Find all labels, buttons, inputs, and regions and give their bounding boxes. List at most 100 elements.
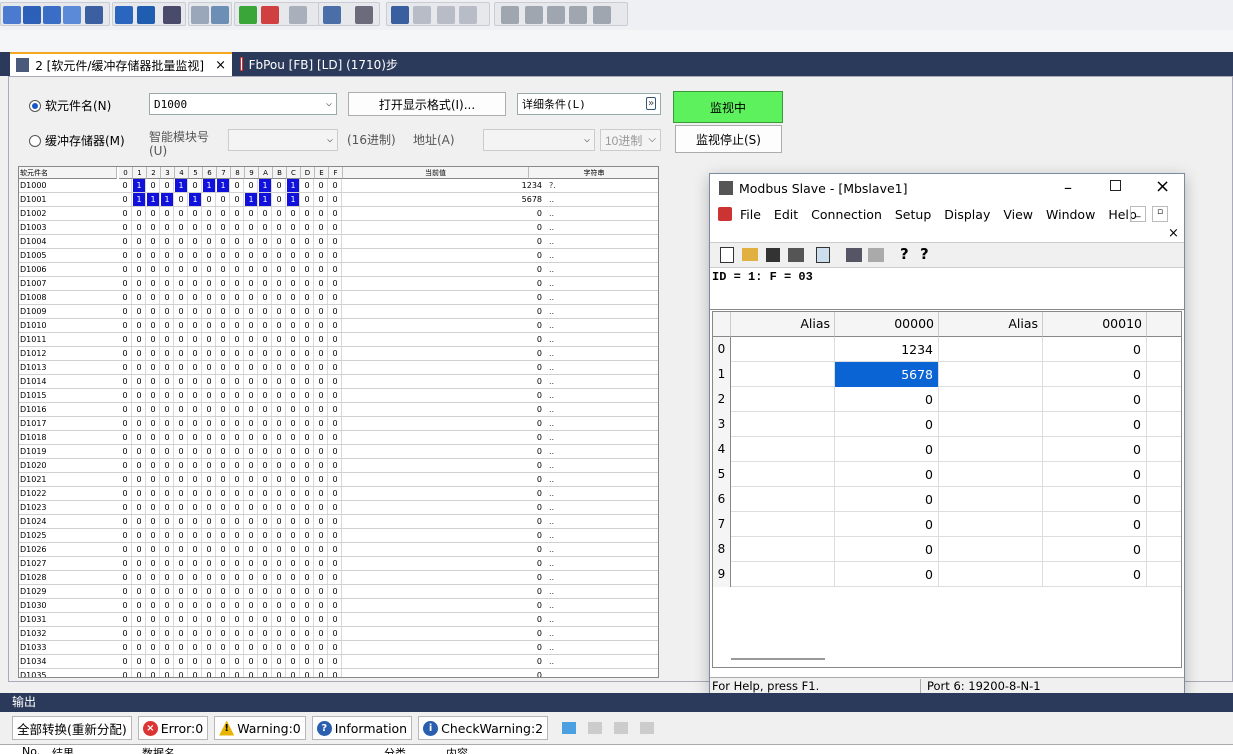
device-row[interactable]: D1007 0 0 0 0 0 0 0 0 0 0 0 0 0 0 0 0 0..	[19, 277, 658, 291]
bit-cell[interactable]: 0	[259, 501, 272, 514]
device-row[interactable]: D1006 0 0 0 0 0 0 0 0 0 0 0 0 0 0 0 0 0..	[19, 263, 658, 277]
bit-cell[interactable]: 0	[231, 641, 244, 654]
bit-cell[interactable]: 0	[203, 431, 216, 444]
bit-cell[interactable]: 0	[133, 655, 146, 668]
bit-cell[interactable]: 0	[301, 641, 314, 654]
context-help-icon[interactable]: ?	[920, 245, 929, 263]
bit-cell[interactable]: 0	[161, 585, 174, 598]
bit-cell[interactable]: 0	[217, 613, 230, 626]
paste-icon[interactable]	[437, 6, 455, 24]
bit-cell[interactable]: 1	[245, 193, 258, 206]
bit-cell[interactable]: 0	[133, 459, 146, 472]
bit-cell[interactable]: 0	[147, 655, 160, 668]
bit-cell[interactable]: 0	[287, 501, 300, 514]
bit-cell[interactable]: 0	[287, 641, 300, 654]
bit-cell[interactable]: 0	[175, 277, 188, 290]
bit-cell[interactable]: 0	[203, 543, 216, 556]
bit-cell[interactable]: 0	[245, 459, 258, 472]
bit-cell[interactable]: 0	[189, 207, 202, 220]
bit-cell[interactable]: 0	[217, 487, 230, 500]
bit-cell[interactable]: 0	[161, 319, 174, 332]
bit-cell[interactable]: 0	[287, 529, 300, 542]
open-icon[interactable]	[742, 248, 758, 261]
bit-cell[interactable]: 0	[189, 235, 202, 248]
device-row[interactable]: D1011 0 0 0 0 0 0 0 0 0 0 0 0 0 0 0 0 0..	[19, 333, 658, 347]
bit-cell[interactable]: 0	[203, 627, 216, 640]
bit-cell[interactable]: 0	[189, 487, 202, 500]
bit-cell[interactable]: 0	[203, 193, 216, 206]
bit-cell[interactable]: 0	[231, 389, 244, 402]
bit-cell[interactable]: 0	[273, 235, 286, 248]
bit-cell[interactable]: 0	[245, 417, 258, 430]
watch-icon[interactable]	[323, 6, 341, 24]
chart-icon[interactable]	[569, 6, 587, 24]
bit-cell[interactable]: 0	[329, 571, 342, 584]
bit-cell[interactable]: 0	[315, 487, 328, 500]
bit-cell[interactable]: 0	[161, 557, 174, 570]
bit-cell[interactable]: 0	[273, 389, 286, 402]
bit-cell[interactable]: 0	[119, 375, 132, 388]
bit-cell[interactable]: 0	[175, 571, 188, 584]
bit-cell[interactable]: 0	[273, 543, 286, 556]
bit-cell[interactable]: 0	[301, 249, 314, 262]
bit-cell[interactable]: 0	[189, 515, 202, 528]
bit-cell[interactable]: 0	[175, 403, 188, 416]
checkwarning-filter-button[interactable]: i CheckWarning:2	[418, 716, 549, 740]
bit-cell[interactable]: 0	[329, 221, 342, 234]
bit-cell[interactable]: 0	[231, 235, 244, 248]
bit-cell[interactable]: 0	[287, 459, 300, 472]
bit-cell[interactable]: 0	[231, 431, 244, 444]
bit-cell[interactable]: 0	[119, 249, 132, 262]
modbus-slave-window[interactable]: Modbus Slave - [Mbslave1] – × File Edit …	[709, 173, 1185, 693]
bit-cell[interactable]: 0	[217, 235, 230, 248]
bit-cell[interactable]: 0	[301, 445, 314, 458]
param-icon[interactable]	[211, 6, 229, 24]
menu-setup[interactable]: Setup	[895, 207, 931, 222]
device-row[interactable]: D1016 0 0 0 0 0 0 0 0 0 0 0 0 0 0 0 0 0..	[19, 403, 658, 417]
bit-cell[interactable]: 0	[273, 557, 286, 570]
bit-cell[interactable]: 0	[259, 613, 272, 626]
bit-cell[interactable]: 0	[119, 221, 132, 234]
bit-cell[interactable]: 0	[287, 417, 300, 430]
device-row[interactable]: D1033 0 0 0 0 0 0 0 0 0 0 0 0 0 0 0 0 0..	[19, 641, 658, 655]
menu-connection[interactable]: Connection	[811, 207, 882, 222]
bit-cell[interactable]: 0	[287, 361, 300, 374]
bit-cell[interactable]: 0	[119, 291, 132, 304]
bit-cell[interactable]: 0	[175, 655, 188, 668]
bit-cell[interactable]: 0	[245, 375, 258, 388]
radix-select[interactable]: 10进制 ⌵	[600, 129, 661, 151]
bit-cell[interactable]: 1	[259, 193, 272, 206]
bit-cell[interactable]: 0	[175, 459, 188, 472]
bit-cell[interactable]: 0	[175, 263, 188, 276]
bit-cell[interactable]: 0	[287, 445, 300, 458]
register-cell-00010[interactable]: 0	[1043, 387, 1147, 412]
bit-cell[interactable]: 0	[301, 207, 314, 220]
bit-cell[interactable]: 1	[259, 179, 272, 192]
bit-cell[interactable]: 0	[273, 641, 286, 654]
bit-cell[interactable]: 0	[203, 585, 216, 598]
bit-cell[interactable]: 0	[133, 221, 146, 234]
bit-cell[interactable]: 0	[273, 473, 286, 486]
bit-cell[interactable]: 0	[259, 445, 272, 458]
bit-cell[interactable]: 0	[217, 669, 230, 677]
bit-cell[interactable]: 0	[315, 361, 328, 374]
bit-cell[interactable]: 0	[301, 459, 314, 472]
bit-cell[interactable]: 0	[147, 403, 160, 416]
bit-cell[interactable]: 0	[175, 585, 188, 598]
bit-cell[interactable]: 0	[147, 417, 160, 430]
bit-cell[interactable]: 0	[203, 487, 216, 500]
bit-cell[interactable]: 0	[273, 501, 286, 514]
alias-cell[interactable]	[939, 437, 1043, 462]
bit-cell[interactable]: 0	[217, 403, 230, 416]
bit-cell[interactable]: 0	[161, 571, 174, 584]
radio-device-dot[interactable]	[29, 99, 41, 112]
bit-cell[interactable]: 0	[203, 319, 216, 332]
bit-cell[interactable]: 0	[133, 627, 146, 640]
bit-cell[interactable]: 0	[329, 403, 342, 416]
alias-cell[interactable]	[939, 362, 1043, 387]
bit-cell[interactable]: 0	[273, 221, 286, 234]
bit-cell[interactable]: 0	[245, 515, 258, 528]
bit-cell[interactable]: 0	[189, 655, 202, 668]
device-row[interactable]: D1020 0 0 0 0 0 0 0 0 0 0 0 0 0 0 0 0 0..	[19, 459, 658, 473]
bit-cell[interactable]: 0	[259, 389, 272, 402]
